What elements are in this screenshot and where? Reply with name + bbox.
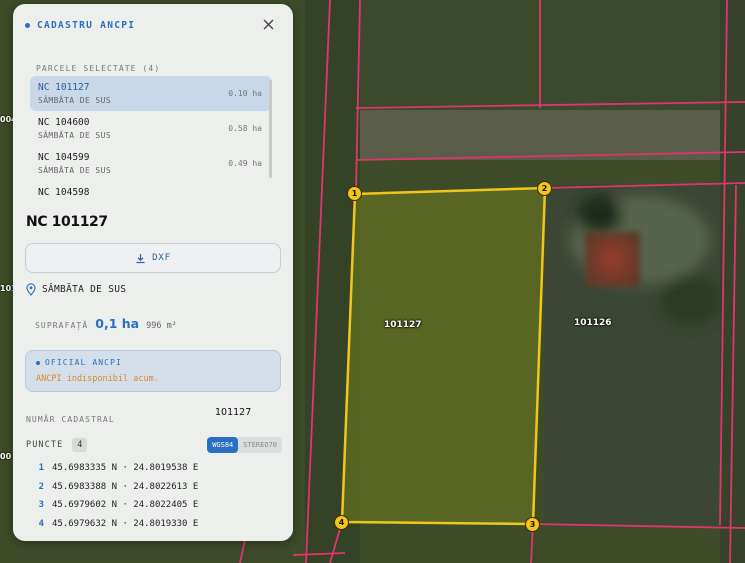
surface-value: 0,1 ha: [95, 316, 140, 331]
locality-row: SÂMBĂTA DE SUS: [26, 283, 126, 296]
point-row: 4 45.6979632 N · 24.8019330 E: [26, 515, 282, 534]
surface-label: SUPRAFAȚĂ: [35, 321, 89, 330]
point-coordinates: 45.6979602 N · 24.8022405 E: [52, 500, 199, 511]
close-button[interactable]: [260, 17, 276, 33]
point-row: 2 45.6983388 N · 24.8022613 E: [26, 478, 282, 497]
location-pin-icon: [26, 283, 36, 296]
download-icon: [136, 253, 145, 263]
surface-row: SUPRAFAȚĂ 0,1 ha 996 m²: [35, 316, 177, 331]
point-index: 2: [38, 481, 44, 492]
cadastral-value: 101127: [215, 407, 252, 418]
coord-system-toggle[interactable]: WGS84 STEREO70: [207, 437, 282, 453]
parcel-item-104598[interactable]: NC 104598: [30, 181, 272, 204]
parcel-item-104599[interactable]: NC 104599 SÂMBĂTA DE SUS 0.49 ha: [30, 146, 272, 181]
panel-title: CADASTRU ANCPI: [37, 19, 136, 31]
parcel-area: 0.49 ha: [228, 159, 262, 168]
vertex-marker-1[interactable]: 1: [347, 186, 362, 201]
official-ancpi-box: OFICIAL ANCPI ANCPI indisponibil acum.: [25, 350, 281, 392]
selected-parcel-polygon: [342, 188, 545, 524]
coord-system-stereo70[interactable]: STEREO70: [238, 437, 282, 453]
cadastral-number-row: NUMĂR CADASTRAL 101127: [26, 407, 276, 426]
parcel-area: 0.58 ha: [228, 124, 262, 133]
point-row: 1 45.6983335 N · 24.8019538 E: [26, 459, 282, 478]
status-dot-icon: [36, 360, 40, 365]
points-list: 1 45.6983335 N · 24.8019538 E 2 45.69833…: [26, 459, 282, 533]
download-dxf-button[interactable]: DXF: [25, 243, 281, 273]
point-index: 3: [38, 500, 44, 511]
point-coordinates: 45.6979632 N · 24.8019330 E: [52, 518, 199, 529]
cadastral-label: NUMĂR CADASTRAL: [26, 415, 115, 424]
point-index: 4: [38, 518, 44, 529]
parcel-title: NC 101127: [26, 214, 108, 230]
point-coordinates: 45.6983388 N · 24.8022613 E: [52, 481, 199, 492]
status-dot-icon: [25, 22, 30, 28]
map-edge-label: 00: [0, 452, 12, 461]
vertex-marker-2[interactable]: 2: [537, 181, 552, 196]
vertex-marker-3[interactable]: 3: [525, 517, 540, 532]
parcel-id: NC 104598: [38, 187, 90, 198]
point-index: 1: [38, 463, 44, 474]
vertex-marker-4[interactable]: 4: [334, 515, 349, 530]
parcel-item-101127[interactable]: NC 101127 SÂMBĂTA DE SUS 0.10 ha: [30, 76, 272, 111]
points-header: PUNCTE 4 WGS84 STEREO70: [26, 437, 282, 453]
close-icon: [263, 19, 273, 30]
points-count-badge: 4: [72, 438, 88, 452]
selected-parcels-list[interactable]: NC 101127 SÂMBĂTA DE SUS 0.10 ha NC 1046…: [30, 76, 272, 204]
parcel-list-scrollbar[interactable]: [269, 80, 272, 178]
point-coordinates: 45.6983335 N · 24.8019538 E: [52, 463, 199, 474]
locality-name: SÂMBĂTA DE SUS: [42, 284, 127, 295]
dxf-label: DXF: [152, 253, 171, 263]
points-label: PUNCTE: [26, 440, 64, 450]
point-row: 3 45.6979602 N · 24.8022405 E: [26, 496, 282, 515]
coord-system-wgs84[interactable]: WGS84: [207, 437, 239, 453]
official-message: ANCPI indisponibil acum.: [36, 374, 159, 384]
map-label-selected-parcel: 101127: [384, 320, 422, 330]
selected-parcels-label: PARCELE SELECTATE (4): [36, 64, 161, 73]
parcel-item-104600[interactable]: NC 104600 SÂMBĂTA DE SUS 0.58 ha: [30, 111, 272, 146]
surface-sqm: 996 m²: [146, 321, 177, 331]
parcel-area: 0.10 ha: [228, 89, 262, 98]
official-title: OFICIAL ANCPI: [45, 358, 122, 367]
panel-header: CADASTRU ANCPI: [25, 17, 281, 33]
map-label-neighbor-parcel: 101126: [574, 318, 612, 328]
cadastre-panel: CADASTRU ANCPI PARCELE SELECTATE (4) NC …: [13, 4, 293, 541]
